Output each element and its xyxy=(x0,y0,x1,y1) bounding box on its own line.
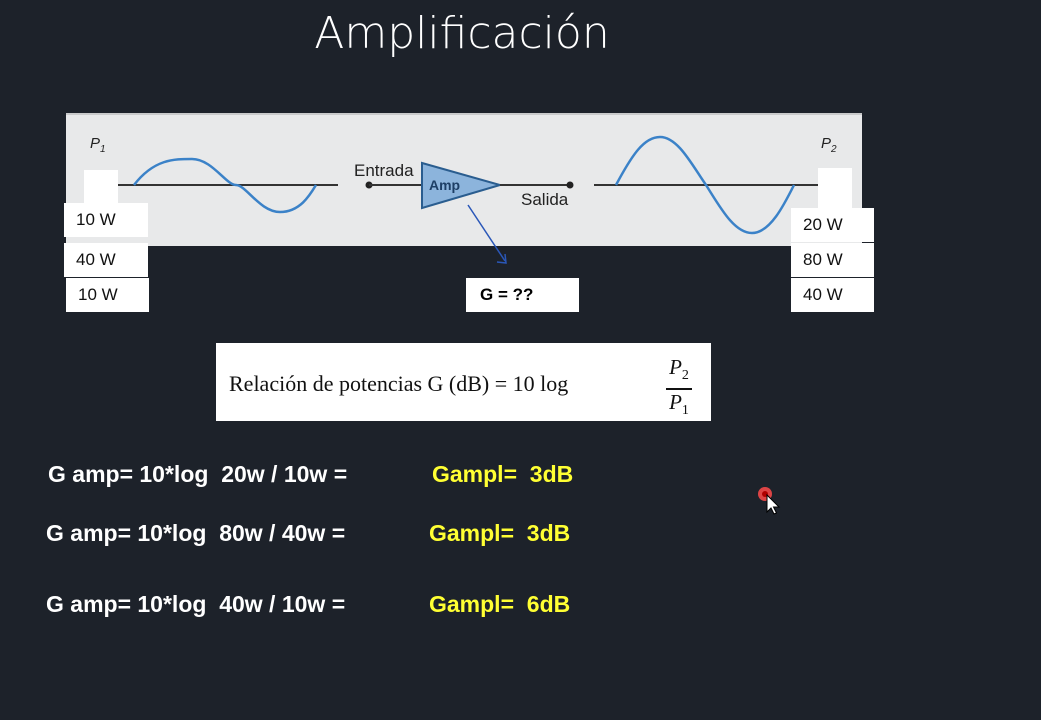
salida-label: Salida xyxy=(521,190,569,209)
mouse-pointer-icon xyxy=(758,487,781,515)
output-power-1: 20 W xyxy=(791,208,874,242)
calc-result-3: Gampl= 6dB xyxy=(429,591,571,617)
gain-arrow-head xyxy=(496,253,507,264)
formula-fraction: P2 P1 xyxy=(666,355,692,423)
input-terminal xyxy=(84,170,118,204)
formula-denominator: P1 xyxy=(669,390,689,419)
calc-result-2: Gampl= 3dB xyxy=(429,520,571,546)
calc-expression-1: G amp= 10*log 20w / 10w = xyxy=(48,461,348,487)
calc-expression-3: G amp= 10*log 40w / 10w = xyxy=(46,591,346,617)
p2-label: P2 xyxy=(821,135,837,155)
gain-box: G = ?? xyxy=(466,278,579,312)
amplifier-diagram: P1 P2 Entrada Amp Salida xyxy=(66,113,862,246)
amplifier-diagram-drawing: P1 P2 Entrada Amp Salida xyxy=(90,135,837,235)
formula-text: Relación de potencias G (dB) = 10 log xyxy=(229,371,569,396)
formula-numerator: P2 xyxy=(669,355,689,384)
input-power-2: 40 W xyxy=(64,243,148,277)
entrada-label: Entrada xyxy=(354,161,414,180)
amp-label: Amp xyxy=(429,177,460,193)
formula-box: Relación de potencias G (dB) = 10 log P2… xyxy=(216,343,711,421)
input-power-1: 10 W xyxy=(64,203,148,237)
calc-expression-2: G amp= 10*log 80w / 40w = xyxy=(46,520,346,546)
output-power-3: 40 W xyxy=(791,278,874,312)
p1-label: P1 xyxy=(90,135,106,155)
output-terminal xyxy=(818,168,852,208)
calc-result-1: Gampl= 3dB xyxy=(432,461,574,487)
output-power-2: 80 W xyxy=(791,243,874,277)
input-power-3: 10 W xyxy=(66,278,149,312)
slide-title: Amplificación xyxy=(314,8,610,59)
salida-node xyxy=(566,181,574,189)
